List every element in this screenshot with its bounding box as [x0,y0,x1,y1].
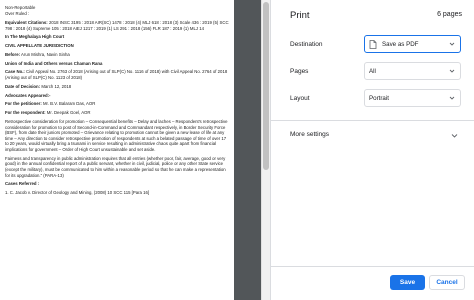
paragraph-text: March 12, 2018 [41,83,72,89]
print-settings-panel: Print 6 pages Destination Save as PDF Pa… [270,0,474,300]
document-paragraph: Non-Reportable [5,5,230,11]
paragraph-label: Equivalent Citations: [5,19,48,25]
paragraph-text: Union of India and Others versus Chaman … [5,60,103,66]
paragraph-text: CIVIL APPELLATE JURISDICTION [5,43,74,49]
destination-label: Destination [290,41,323,48]
document-paragraph: Union of India and Others versus Chaman … [5,61,230,67]
print-title: Print [290,10,310,21]
paragraph-text: Mr. B.V. Balaram Das, AOR [42,101,96,107]
paragraph-text: Advocates Appeared:- [5,92,51,98]
print-preview-area: Non-Reportable Over Ruled : Equivalent Cit… [0,0,270,300]
more-settings-toggle[interactable]: More settings [290,131,329,138]
save-button[interactable]: Save [390,275,425,290]
paragraph-text: Civil Appeal No. 2763 of 2018 (Arising o… [5,69,228,81]
cancel-button[interactable]: Cancel [429,275,465,290]
destination-value: Save as PDF [382,40,419,48]
divider [271,266,474,267]
chevron-down-icon[interactable] [451,132,458,139]
chevron-down-icon [449,96,455,100]
chevron-down-icon [449,69,455,73]
paragraph-text: Arun Mishra, Navin Sinha [21,51,70,57]
pdf-file-icon [369,39,377,49]
preview-page: Non-Reportable Over Ruled : Equivalent Cit… [0,0,234,300]
layout-value: Portrait [369,94,389,102]
paragraph-text: 1. C. Jacob v. Director of Geology and M… [5,190,150,196]
paragraph-text: Over Ruled : [5,11,30,17]
paragraph-label: For the respondent: [5,110,46,116]
paragraph-text: Fairness and transparency in public admi… [5,155,226,178]
document-paragraph: Cases Referred : [5,181,230,187]
paragraph-label: For the petitioner: [5,101,42,107]
document-paragraph: Date of Decision: March 12, 2018 [5,84,230,90]
document-paragraph: Over Ruled : [5,11,230,17]
document-paragraph: CIVIL APPELLATE JURISDICTION [5,43,230,49]
document-content: Non-Reportable Over Ruled : Equivalent Cit… [5,5,230,196]
layout-label: Layout [290,95,310,102]
pages-select[interactable]: All [364,62,461,80]
preview-scrollbar[interactable] [261,0,270,300]
destination-select[interactable]: Save as PDF [364,35,461,53]
document-paragraph: Retrospective consideration for promotio… [5,119,230,153]
pages-label: Pages [290,68,309,75]
document-paragraph: Advocates Appeared:- [5,93,230,99]
document-paragraph: For the respondent: Mr. Deepak Goel, AOR [5,110,230,116]
document-paragraph: Fairness and transparency in public admi… [5,156,230,178]
document-paragraph: Case No.: Civil Appeal No. 2763 of 2018 … [5,69,230,80]
document-paragraph: In The Meghalaya High Court [5,34,230,40]
document-paragraph: Equivalent Citations: 2018 INSC 3195 : 2… [5,20,230,31]
paragraph-label: Date of Decision: [5,83,41,89]
document-paragraph: For the petitioner: Mr. B.V. Balaram Das… [5,101,230,107]
paragraph-text: Non-Reportable [5,5,36,10]
scrollbar-thumb[interactable] [263,2,269,170]
paragraph-text: In The Meghalaya High Court [5,34,65,40]
paragraph-text: Mr. Deepak Goel, AOR [46,110,91,116]
paragraph-text: Retrospective consideration for promotio… [5,118,228,152]
divider [271,120,474,121]
paragraph-label: Case No.: [5,69,25,75]
layout-select[interactable]: Portrait [364,89,461,107]
chevron-down-icon [449,42,455,46]
sheet-count: 6 pages [437,11,462,18]
document-paragraph: Before: Arun Mishra, Navin Sinha [5,52,230,58]
pages-value: All [369,67,376,75]
paragraph-label: Before: [5,51,21,57]
document-paragraph: 1. C. Jacob v. Director of Geology and M… [5,190,230,196]
paragraph-text: Cases Referred : [5,181,40,187]
